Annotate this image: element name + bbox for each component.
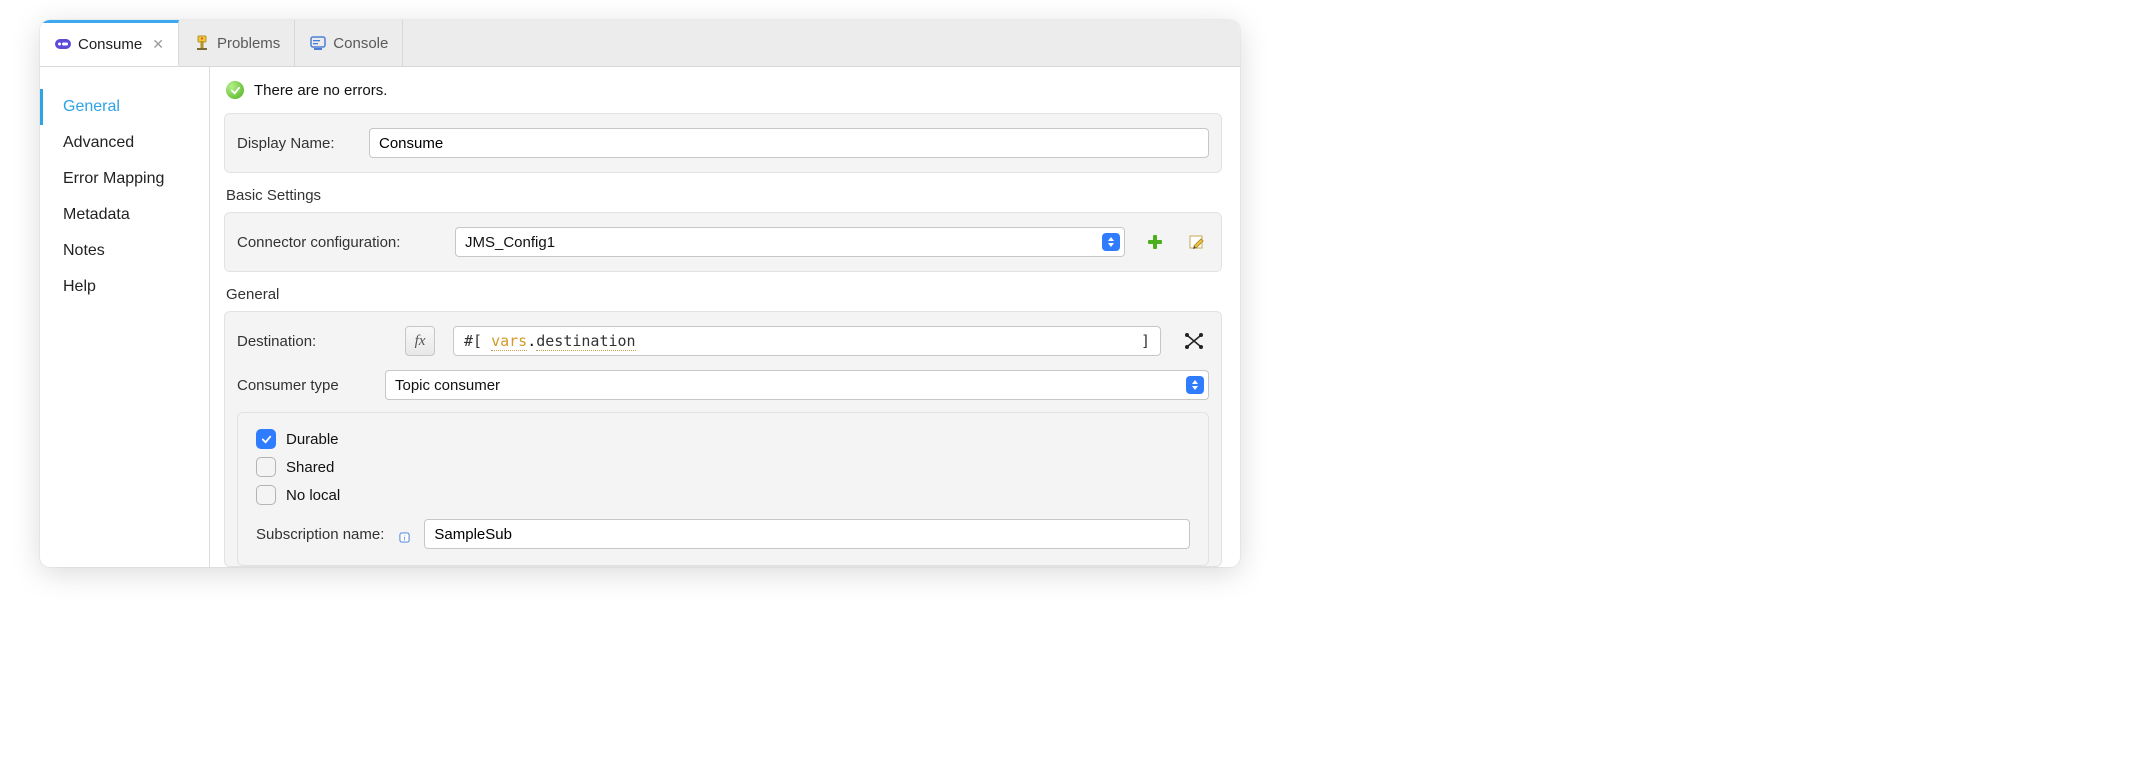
sidebar-item-label: Advanced <box>63 134 134 151</box>
tab-label: Problems <box>217 35 280 52</box>
display-name-input[interactable] <box>369 128 1209 158</box>
expr-prop: destination <box>536 332 635 351</box>
content: There are no errors. Display Name: Basic… <box>210 67 1240 567</box>
shared-label: Shared <box>286 459 334 476</box>
durable-checkbox[interactable] <box>256 429 276 449</box>
sidebar-item-label: Notes <box>63 242 105 259</box>
connector-config-select[interactable]: JMS_Config1 <box>455 227 1125 257</box>
status-row: There are no errors. <box>224 81 1222 103</box>
tab-problems[interactable]: Problems <box>179 20 295 66</box>
sidebar-item-label: General <box>63 98 120 115</box>
general-section: General Destination: fx #[ vars.destinat… <box>224 282 1222 567</box>
general-panel: Destination: fx #[ vars.destination ] <box>224 311 1222 567</box>
topic-options-panel: Durable Shared No local Subscription nam… <box>237 412 1209 566</box>
close-icon[interactable]: ✕ <box>152 36 164 53</box>
basic-settings-panel: Connector configuration: JMS_Config1 <box>224 212 1222 272</box>
basic-settings-title: Basic Settings <box>226 187 1222 204</box>
dropdown-arrow-icon <box>1186 376 1204 394</box>
status-text: There are no errors. <box>254 82 387 99</box>
expr-open: #[ <box>464 332 482 350</box>
connector-config-value: JMS_Config1 <box>465 234 555 251</box>
sidebar-item-general[interactable]: General <box>40 89 209 125</box>
fx-button[interactable]: fx <box>405 326 435 356</box>
display-name-label: Display Name: <box>237 135 357 152</box>
ok-icon <box>226 81 244 99</box>
sidebar: General Advanced Error Mapping Metadata … <box>40 67 210 567</box>
basic-settings-section: Basic Settings Connector configuration: … <box>224 183 1222 272</box>
nolocal-checkbox[interactable] <box>256 485 276 505</box>
consumer-type-select[interactable]: Topic consumer <box>385 370 1209 400</box>
connector-config-label: Connector configuration: <box>237 234 437 251</box>
shared-checkbox[interactable] <box>256 457 276 477</box>
sidebar-item-label: Help <box>63 278 96 295</box>
add-config-button[interactable] <box>1143 230 1167 254</box>
expr-close: ] <box>1141 332 1150 350</box>
durable-label: Durable <box>286 431 339 448</box>
sidebar-item-help[interactable]: Help <box>40 269 209 305</box>
map-expression-button[interactable] <box>1179 326 1209 356</box>
tab-console[interactable]: Console <box>295 20 403 66</box>
subscription-name-label: Subscription name: <box>256 526 384 543</box>
problems-tab-icon <box>193 34 211 52</box>
general-title: General <box>226 286 1222 303</box>
console-tab-icon <box>309 34 327 52</box>
tab-bar: Consume ✕ Problems Console <box>40 20 1240 67</box>
sidebar-item-metadata[interactable]: Metadata <box>40 197 209 233</box>
consumer-type-value: Topic consumer <box>395 377 500 394</box>
svg-text:i: i <box>403 533 405 542</box>
expr-var: vars <box>491 332 527 351</box>
sidebar-item-advanced[interactable]: Advanced <box>40 125 209 161</box>
dropdown-arrow-icon <box>1102 233 1120 251</box>
body: General Advanced Error Mapping Metadata … <box>40 67 1240 567</box>
subscription-name-input[interactable] <box>424 519 1190 549</box>
display-name-panel: Display Name: <box>224 113 1222 173</box>
destination-label: Destination: <box>237 333 387 350</box>
consumer-type-label: Consumer type <box>237 377 367 394</box>
info-icon: i <box>398 531 410 543</box>
sidebar-item-notes[interactable]: Notes <box>40 233 209 269</box>
panel-window: Consume ✕ Problems Console General Advan… <box>40 20 1240 567</box>
nolocal-label: No local <box>286 487 340 504</box>
consume-tab-icon <box>54 35 72 53</box>
sidebar-item-label: Metadata <box>63 206 130 223</box>
destination-input[interactable]: #[ vars.destination ] <box>453 326 1161 356</box>
edit-config-button[interactable] <box>1185 230 1209 254</box>
tab-consume[interactable]: Consume ✕ <box>40 20 179 66</box>
tab-label: Consume <box>78 36 142 53</box>
sidebar-item-label: Error Mapping <box>63 170 164 187</box>
sidebar-item-error-mapping[interactable]: Error Mapping <box>40 161 209 197</box>
tab-label: Console <box>333 35 388 52</box>
